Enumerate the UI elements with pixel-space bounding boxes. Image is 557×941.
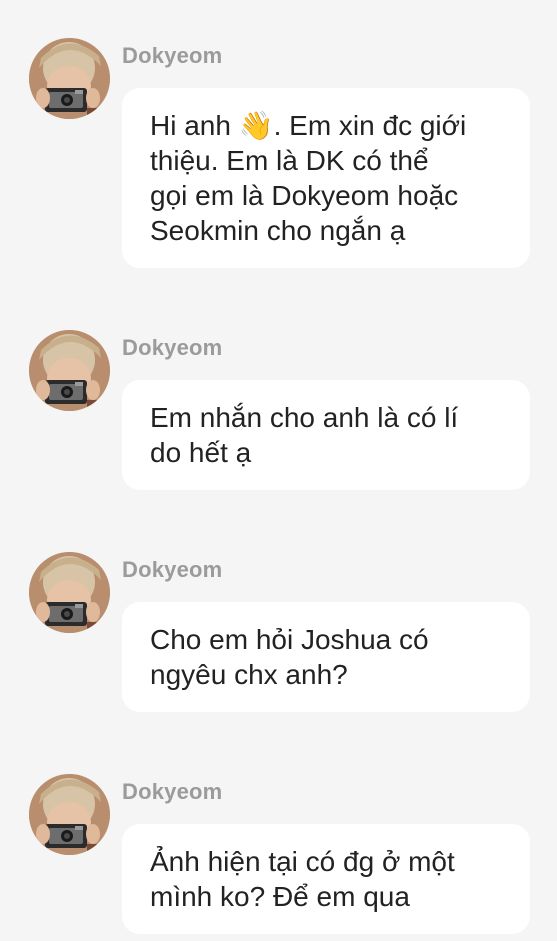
avatar[interactable] bbox=[29, 38, 110, 119]
message-line: Ảnh hiện tại có đg ở một bbox=[150, 846, 455, 877]
message-line: ngyêu chx anh? bbox=[150, 659, 348, 690]
message-line: do hết ạ bbox=[150, 437, 252, 468]
message-line: Seokmin cho ngắn ạ bbox=[150, 215, 406, 246]
sender-name: Dokyeom bbox=[122, 335, 223, 360]
message-bubble[interactable]: Ảnh hiện tại có đg ở một mình ko? Để em … bbox=[122, 824, 530, 934]
message-line: Cho em hỏi Joshua có bbox=[150, 624, 429, 655]
avatar[interactable] bbox=[29, 330, 110, 411]
message-bubble[interactable]: Hi anh 👋. Em xin đc giới thiệu. Em là DK… bbox=[122, 88, 530, 268]
sender-name: Dokyeom bbox=[122, 779, 223, 804]
chat-thread: Dokyeom Hi anh 👋. Em xin đc giới thiệu. … bbox=[0, 0, 557, 941]
message-line: thiệu. Em là DK có thể bbox=[150, 145, 429, 176]
message-bubble[interactable]: Cho em hỏi Joshua có ngyêu chx anh? bbox=[122, 602, 530, 712]
sender-name: Dokyeom bbox=[122, 43, 223, 68]
message-line: Hi anh 👋. Em xin đc giới bbox=[150, 110, 467, 141]
sender-name: Dokyeom bbox=[122, 557, 223, 582]
message-line: mình ko? Để em qua bbox=[150, 881, 410, 912]
avatar[interactable] bbox=[29, 552, 110, 633]
message-bubble[interactable]: Em nhắn cho anh là có lí do hết ạ bbox=[122, 380, 530, 490]
message-line: Em nhắn cho anh là có lí bbox=[150, 402, 459, 433]
message-line: gọi em là Dokyeom hoặc bbox=[150, 180, 459, 211]
avatar[interactable] bbox=[29, 774, 110, 855]
